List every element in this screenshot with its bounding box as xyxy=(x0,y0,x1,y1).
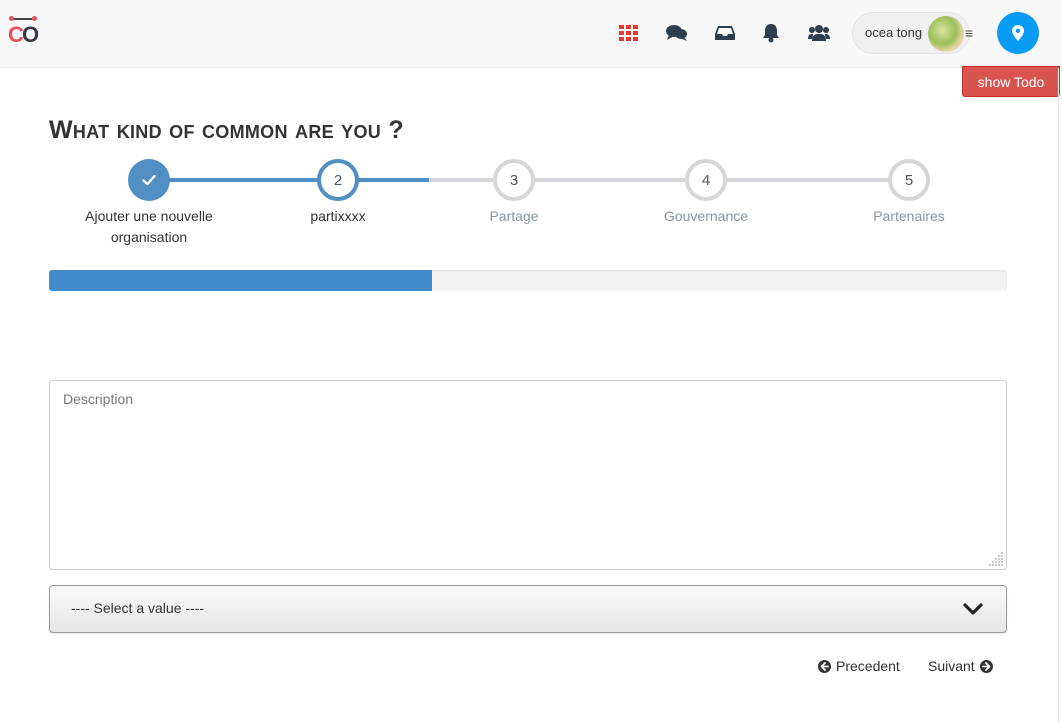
step-3-number: 3 xyxy=(509,171,519,189)
stepper-line-complete xyxy=(149,178,429,182)
logo-dot xyxy=(32,16,37,21)
previous-button[interactable]: Precedent xyxy=(818,658,900,674)
step-1-label: Ajouter une nouvelle organisation xyxy=(85,208,213,245)
step-4-number: 4 xyxy=(701,171,711,189)
progress-fill xyxy=(49,270,433,291)
resize-handle-icon[interactable] xyxy=(988,551,1004,567)
logo-letter-c: C xyxy=(8,22,24,47)
bell-icon[interactable] xyxy=(760,22,782,44)
step-2-circle[interactable]: 2 xyxy=(317,159,359,201)
value-select[interactable]: ---- Select a value ---- xyxy=(49,585,1007,633)
user-name: ocea tong xyxy=(865,25,923,40)
map-marker-icon xyxy=(1012,25,1024,41)
description-placeholder: Description xyxy=(63,391,134,407)
step-5-circle[interactable]: 5 xyxy=(888,159,930,201)
step-1-circle[interactable] xyxy=(128,159,170,201)
progress-bar xyxy=(49,270,1007,291)
hamburger-icon: ≡ xyxy=(965,25,974,41)
arrow-circle-right-icon xyxy=(979,659,993,673)
step-2-number: 2 xyxy=(333,171,343,189)
previous-label: Precedent xyxy=(836,658,900,674)
show-todo-button[interactable]: show Todo xyxy=(962,66,1060,97)
description-textarea[interactable]: Description xyxy=(49,380,1007,570)
chevron-down-icon xyxy=(963,603,983,615)
step-3-circle[interactable]: 3 xyxy=(493,159,535,201)
divider xyxy=(1058,68,1059,722)
communecter-logo[interactable]: C O xyxy=(8,16,40,47)
select-value: ---- Select a value ---- xyxy=(71,600,205,616)
step-4-circle[interactable]: 4 xyxy=(685,159,727,201)
chat-icon[interactable] xyxy=(666,22,688,44)
check-icon xyxy=(142,174,156,186)
step-3-label: Partage xyxy=(489,208,539,224)
users-icon[interactable] xyxy=(808,22,830,44)
arrow-circle-left-icon xyxy=(818,659,831,673)
step-2-label: partixxxx xyxy=(310,208,366,224)
step-5-number: 5 xyxy=(904,171,914,189)
step-4-label: Gouvernance xyxy=(663,208,749,224)
logo-dot xyxy=(9,16,14,21)
next-label: Suivant xyxy=(928,658,975,674)
avatar xyxy=(928,16,964,52)
logo-letter-o: O xyxy=(22,22,40,47)
apps-grid-icon[interactable] xyxy=(618,22,640,44)
user-menu-button[interactable]: ocea tong ≡ xyxy=(852,12,974,54)
inbox-icon[interactable] xyxy=(714,22,736,44)
map-marker-button[interactable] xyxy=(997,12,1039,54)
page-title: What kind of common are you ? xyxy=(49,116,404,144)
step-5-label: Partenaires xyxy=(873,208,945,224)
next-button[interactable]: Suivant xyxy=(928,658,993,674)
top-navbar: C O ocea tong ≡ xyxy=(0,0,1062,68)
